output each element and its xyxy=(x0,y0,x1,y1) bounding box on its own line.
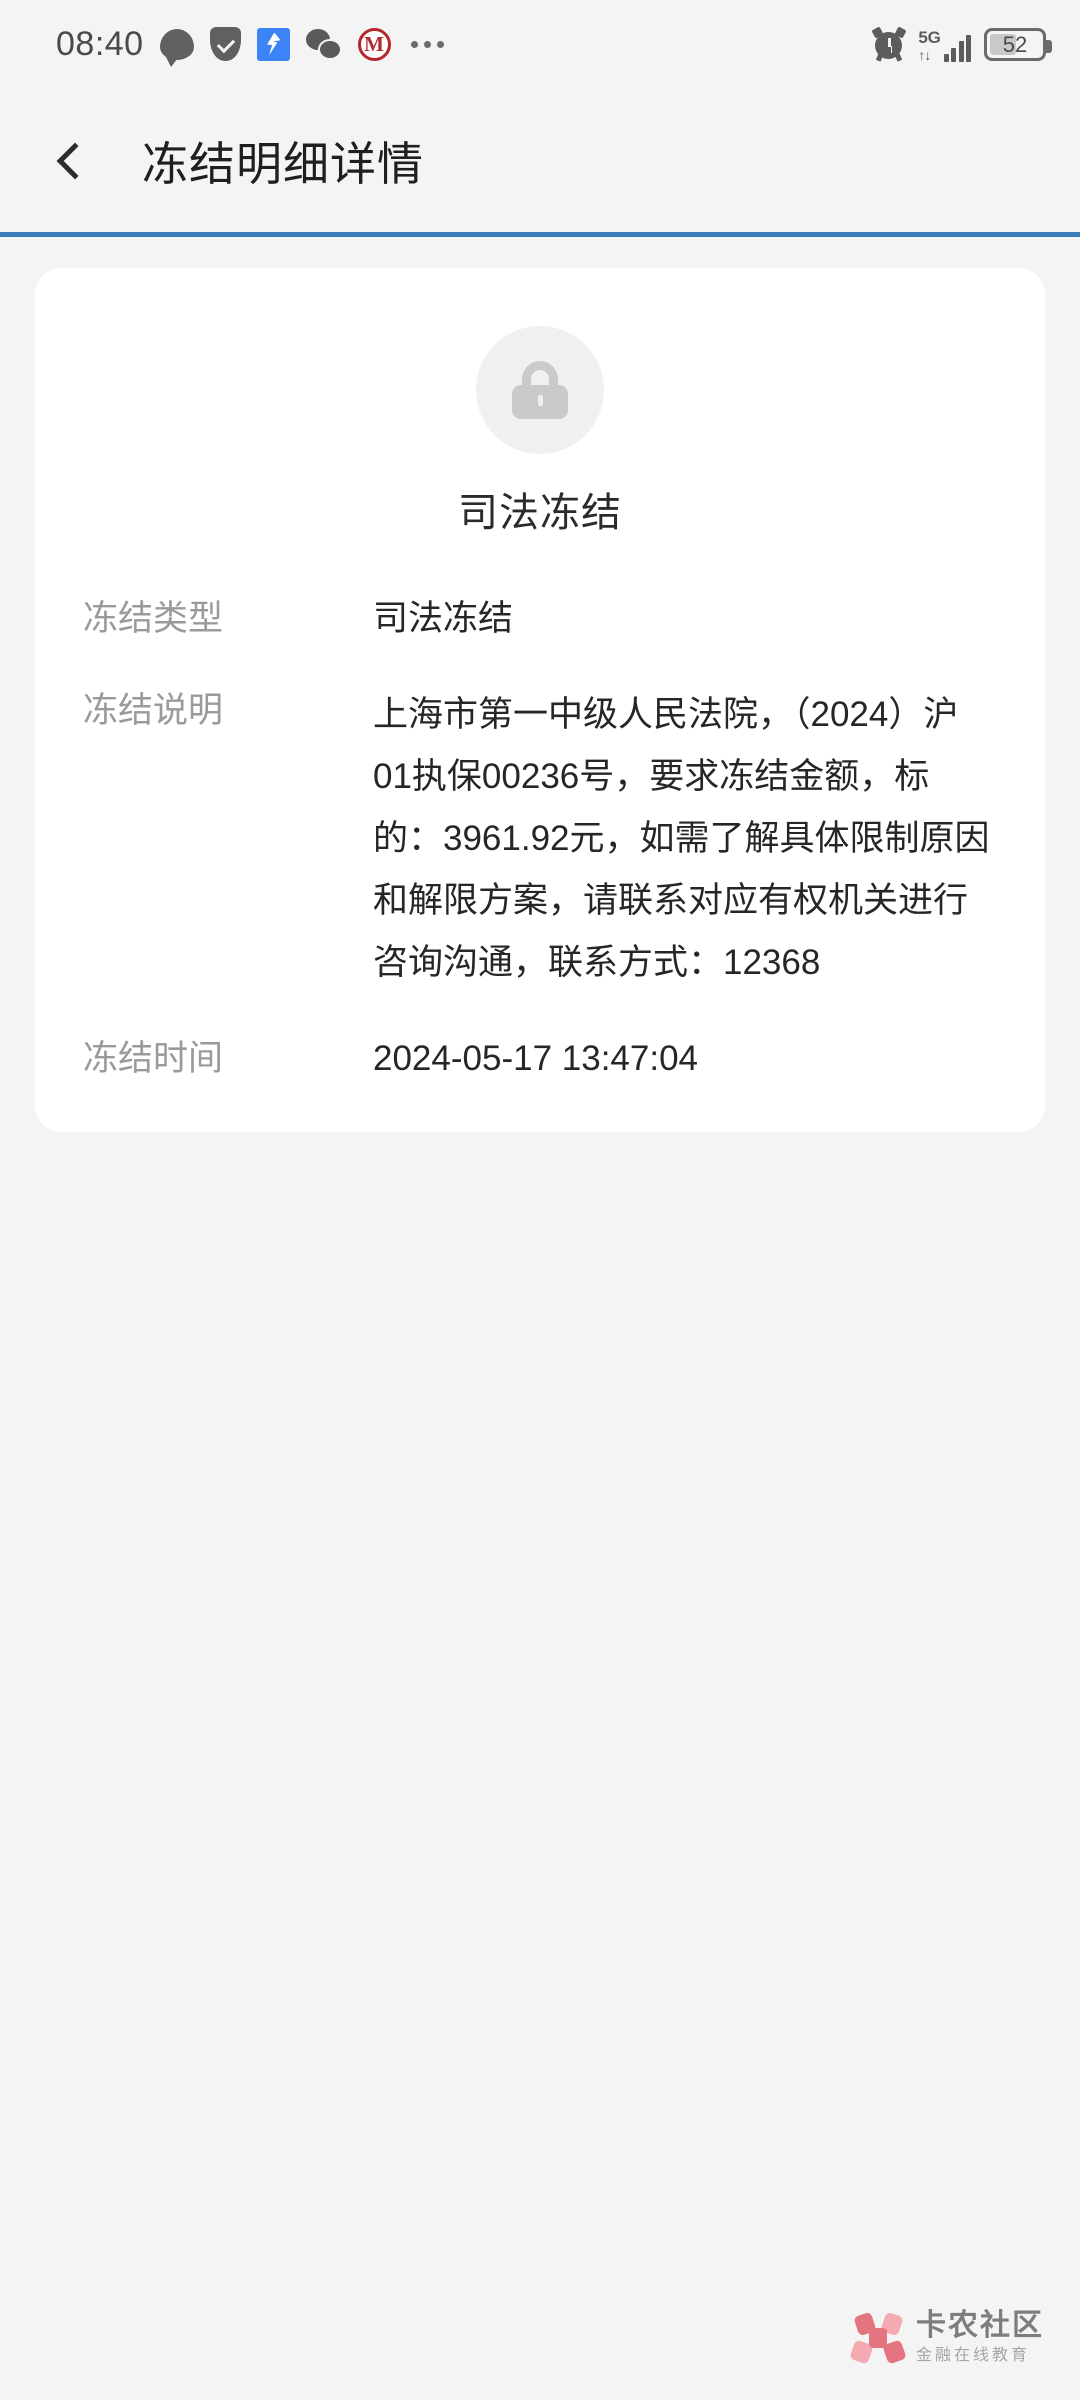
freeze-detail-card: 司法冻结 冻结类型 司法冻结 冻结说明 上海市第一中级人民法院，（2024）沪0… xyxy=(35,268,1045,1132)
watermark: 卡农社区 金融在线教育 xyxy=(849,2311,1044,2365)
flower-logo-icon xyxy=(849,2311,907,2365)
back-button[interactable] xyxy=(40,126,110,196)
signal-bars-icon xyxy=(943,32,971,62)
bank-logo-icon xyxy=(357,27,391,61)
watermark-title: 卡农社区 xyxy=(916,2309,1044,2342)
overflow-dots-icon xyxy=(410,40,444,48)
status-bar: 08:40 5G ↑↓ 52 xyxy=(0,0,1080,88)
page-title: 冻结明细详情 xyxy=(142,138,424,190)
detail-row-freeze-description: 冻结说明 上海市第一中级人民法院，（2024）沪01执保00236号，要求冻结金… xyxy=(35,684,1045,994)
battery-percent-label: 52 xyxy=(1002,31,1028,57)
battery-icon: 52 xyxy=(984,27,1052,61)
navigation-bar: 冻结明细详情 xyxy=(0,88,1080,234)
status-bar-clock: 08:40 xyxy=(56,24,144,63)
lock-icon xyxy=(509,359,571,421)
lock-icon-circle xyxy=(476,326,604,454)
freeze-status-title: 司法冻结 xyxy=(458,491,622,535)
alarm-clock-icon xyxy=(871,26,908,62)
wechat-icon xyxy=(305,28,342,60)
network-generation-label: 5G xyxy=(918,28,941,47)
watermark-subtitle: 金融在线教育 xyxy=(916,2347,1031,2364)
watermark-text: 卡农社区 金融在线教育 xyxy=(916,2311,1044,2364)
detail-row-freeze-type: 冻结类型 司法冻结 xyxy=(35,592,1045,646)
detail-value: 2024-05-17 13:47:04 xyxy=(373,1039,698,1078)
dingtalk-icon xyxy=(256,27,290,61)
data-transfer-arrows-icon: ↑↓ xyxy=(918,47,931,63)
shield-check-icon xyxy=(209,27,241,61)
status-bar-right: 5G ↑↓ 52 xyxy=(871,26,1052,62)
detail-row-freeze-time: 冻结时间 2024-05-17 13:47:04 xyxy=(35,1032,1045,1086)
detail-label: 冻结类型 xyxy=(83,599,224,638)
detail-rows: 冻结类型 司法冻结 冻结说明 上海市第一中级人民法院，（2024）沪01执保00… xyxy=(35,592,1045,1086)
status-bar-left: 08:40 xyxy=(56,24,444,67)
detail-label: 冻结时间 xyxy=(83,1039,224,1078)
signal-strength-icon: 5G ↑↓ xyxy=(918,26,971,62)
chevron-left-icon xyxy=(56,142,94,180)
detail-value: 司法冻结 xyxy=(373,599,514,638)
card-header: 司法冻结 xyxy=(35,326,1045,538)
chat-bubble-icon xyxy=(159,28,194,67)
detail-value: 上海市第一中级人民法院，（2024）沪01执保00236号，要求冻结金额，标的：… xyxy=(373,695,990,982)
header-accent-divider xyxy=(0,232,1080,237)
detail-label: 冻结说明 xyxy=(83,691,224,730)
phone-screen: 08:40 5G ↑↓ 52 xyxy=(0,0,1080,2400)
